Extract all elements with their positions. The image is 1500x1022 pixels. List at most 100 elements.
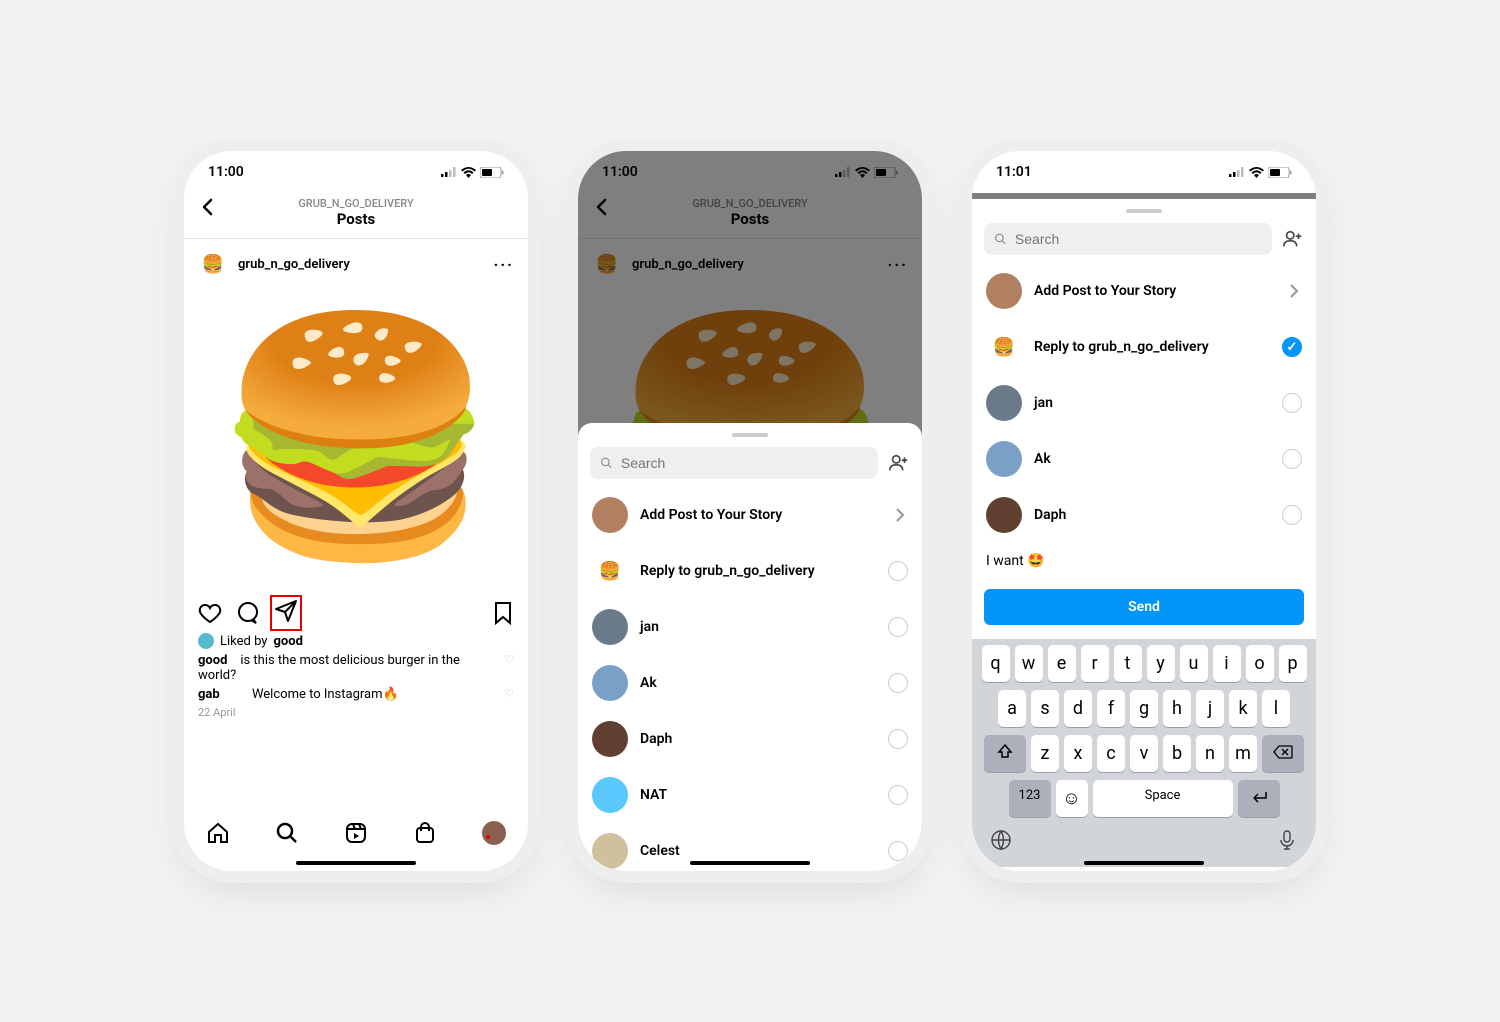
post-image[interactable]: 🍔 (184, 289, 528, 589)
select-radio[interactable] (888, 841, 908, 861)
select-radio[interactable] (1282, 505, 1302, 525)
key-n[interactable]: n (1196, 735, 1224, 772)
home-icon[interactable] (206, 821, 230, 845)
key-123[interactable]: 123 (1009, 780, 1051, 817)
key-j[interactable]: j (1196, 690, 1224, 727)
key-k[interactable]: k (1229, 690, 1257, 727)
comment-row[interactable]: gab Welcome to Instagram🔥 ♡ (184, 683, 528, 702)
key-c[interactable]: c (1097, 735, 1125, 772)
contact-name: Celest (640, 843, 680, 859)
reply-row[interactable]: Reply to grub_n_go_delivery (972, 319, 1316, 375)
key-backspace[interactable] (1262, 735, 1304, 772)
add-to-story-row[interactable]: Add Post to Your Story (578, 487, 922, 543)
key-x[interactable]: x (1064, 735, 1092, 772)
comment-row[interactable]: good is this the most delicious burger i… (184, 649, 528, 683)
select-radio[interactable] (888, 729, 908, 749)
phone-mockup-2: 11:00 GRUB_N_GO_DELIVERY Posts grub_n_go… (578, 151, 922, 871)
search-icon[interactable] (275, 821, 299, 845)
contact-row[interactable]: Daph (578, 711, 922, 767)
post-username[interactable]: grub_n_go_delivery (238, 257, 350, 272)
more-button[interactable]: ··· (494, 255, 514, 274)
home-indicator[interactable] (1084, 861, 1204, 865)
search-input[interactable] (1015, 231, 1262, 247)
key-shift[interactable] (984, 735, 1026, 772)
key-h[interactable]: h (1163, 690, 1191, 727)
avatar (986, 497, 1022, 533)
bookmark-icon[interactable] (492, 601, 514, 625)
comment-user: gab (198, 687, 220, 702)
select-radio[interactable] (1282, 393, 1302, 413)
key-g[interactable]: g (1130, 690, 1158, 727)
search-input-container[interactable] (590, 447, 878, 479)
select-radio-checked[interactable] (1282, 337, 1302, 357)
globe-icon[interactable] (990, 829, 1012, 851)
key-v[interactable]: v (1130, 735, 1158, 772)
sheet-drag-handle[interactable] (732, 433, 768, 437)
keyboard: q w e r t y u i o p a s d f g h j k l (972, 639, 1316, 867)
shop-icon[interactable] (413, 821, 437, 845)
key-row-2: a s d f g h j k l (976, 690, 1312, 727)
mic-icon[interactable] (1276, 829, 1298, 851)
status-time: 11:00 (208, 164, 244, 180)
key-r[interactable]: r (1081, 645, 1109, 682)
contact-row[interactable]: jan (972, 375, 1316, 431)
profile-nav-icon[interactable] (482, 821, 506, 845)
contact-row[interactable]: Daph (972, 487, 1316, 543)
key-a[interactable]: a (998, 690, 1026, 727)
key-w[interactable]: w (1015, 645, 1043, 682)
reels-icon[interactable] (344, 821, 368, 845)
select-radio[interactable] (888, 785, 908, 805)
select-radio[interactable] (888, 617, 908, 637)
message-input[interactable]: I want 🤩 (972, 543, 1316, 579)
contact-row[interactable]: Ak (578, 655, 922, 711)
comment-like-icon[interactable]: ♡ (504, 687, 514, 700)
key-l[interactable]: l (1262, 690, 1290, 727)
send-button[interactable]: Send (984, 589, 1304, 625)
key-emoji[interactable]: ☺ (1056, 780, 1088, 817)
contact-name: NAT (640, 787, 667, 803)
key-e[interactable]: e (1048, 645, 1076, 682)
key-m[interactable]: m (1229, 735, 1257, 772)
post-avatar[interactable] (198, 249, 228, 279)
comment-like-icon[interactable]: ♡ (504, 653, 514, 666)
liked-by-row[interactable]: Liked by good (184, 633, 528, 649)
key-q[interactable]: q (982, 645, 1010, 682)
contact-row[interactable]: Ak (972, 431, 1316, 487)
key-f[interactable]: f (1097, 690, 1125, 727)
key-y[interactable]: y (1147, 645, 1175, 682)
select-radio[interactable] (1282, 449, 1302, 469)
select-radio[interactable] (888, 561, 908, 581)
battery-icon (480, 167, 504, 178)
key-o[interactable]: o (1246, 645, 1274, 682)
new-group-icon[interactable] (1282, 228, 1304, 250)
key-p[interactable]: p (1279, 645, 1307, 682)
key-t[interactable]: t (1114, 645, 1142, 682)
key-s[interactable]: s (1031, 690, 1059, 727)
sheet-drag-handle[interactable] (1126, 209, 1162, 213)
contact-name: jan (640, 619, 659, 635)
contact-row[interactable]: jan (578, 599, 922, 655)
key-b[interactable]: b (1163, 735, 1191, 772)
comment-icon[interactable] (236, 601, 260, 625)
page-header: GRUB_N_GO_DELIVERY Posts (184, 193, 528, 239)
key-z[interactable]: z (1031, 735, 1059, 772)
search-input[interactable] (621, 455, 868, 471)
key-space[interactable]: Space (1093, 780, 1233, 817)
key-return[interactable] (1238, 780, 1280, 817)
reply-row[interactable]: Reply to grub_n_go_delivery (578, 543, 922, 599)
share-button-highlighted[interactable] (270, 595, 302, 631)
like-icon[interactable] (198, 601, 222, 625)
contact-name: Daph (1034, 507, 1066, 523)
contact-row[interactable]: NAT (578, 767, 922, 823)
home-indicator[interactable] (296, 861, 416, 865)
bottom-nav (184, 811, 528, 863)
search-input-container[interactable] (984, 223, 1272, 255)
key-i[interactable]: i (1213, 645, 1241, 682)
add-to-story-row[interactable]: Add Post to Your Story (972, 263, 1316, 319)
back-button[interactable] (198, 197, 218, 221)
select-radio[interactable] (888, 673, 908, 693)
key-d[interactable]: d (1064, 690, 1092, 727)
key-u[interactable]: u (1180, 645, 1208, 682)
home-indicator[interactable] (690, 861, 810, 865)
new-group-icon[interactable] (888, 452, 910, 474)
